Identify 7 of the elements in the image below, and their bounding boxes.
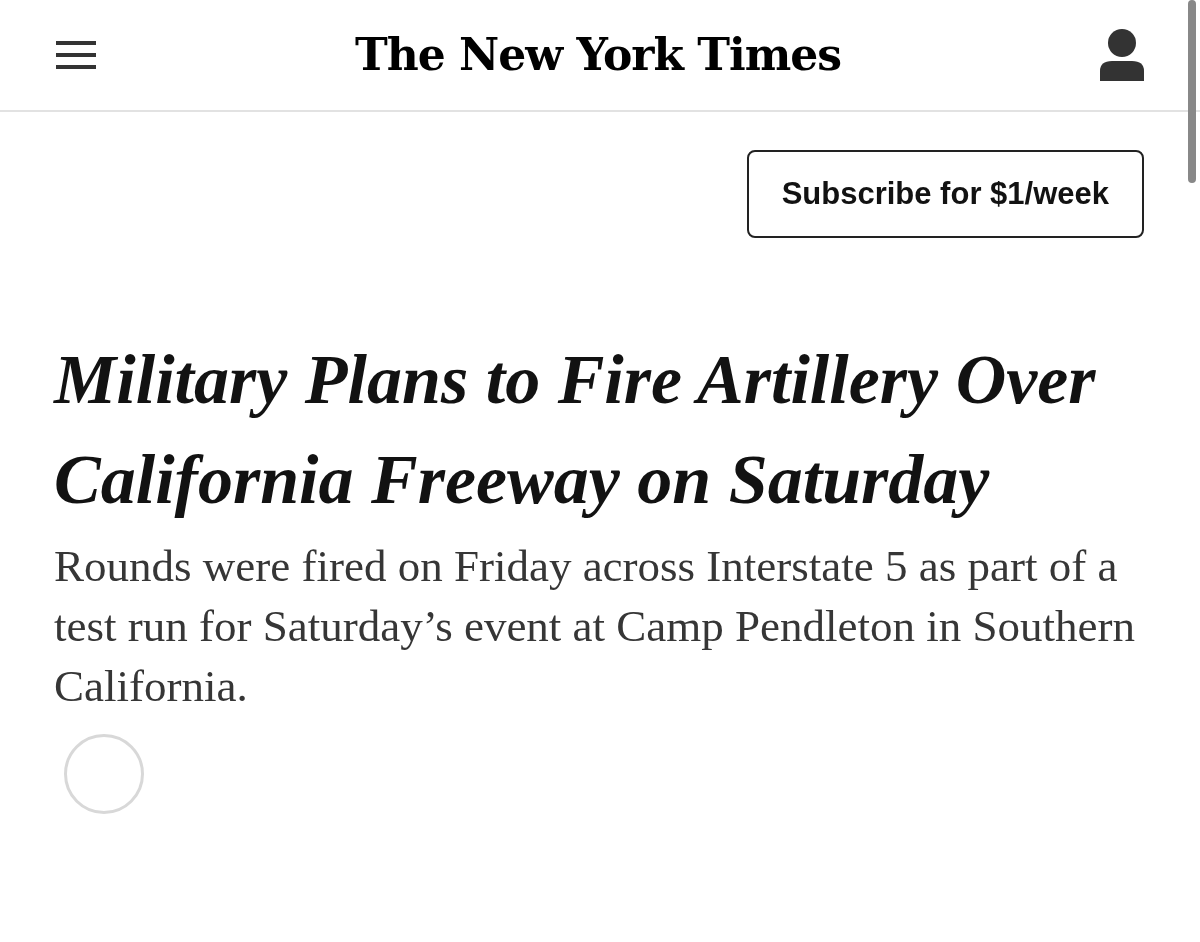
scrollbar[interactable] xyxy=(1188,0,1196,183)
headline: Military Plans to Fire Artillery Over California Freeway on Saturday xyxy=(54,340,1097,520)
site-logo[interactable]: The New York Times xyxy=(354,22,842,88)
menu-icon[interactable] xyxy=(56,41,96,69)
article-summary: Rounds were fired on Friday across Interstate 5 as part of a test run for Saturday’s event at Camp Pendleton in Southern California. xyxy=(54,540,1137,713)
account-icon[interactable] xyxy=(1100,29,1144,81)
subscribe-button[interactable]: Subscribe for $1/week xyxy=(746,150,1144,238)
